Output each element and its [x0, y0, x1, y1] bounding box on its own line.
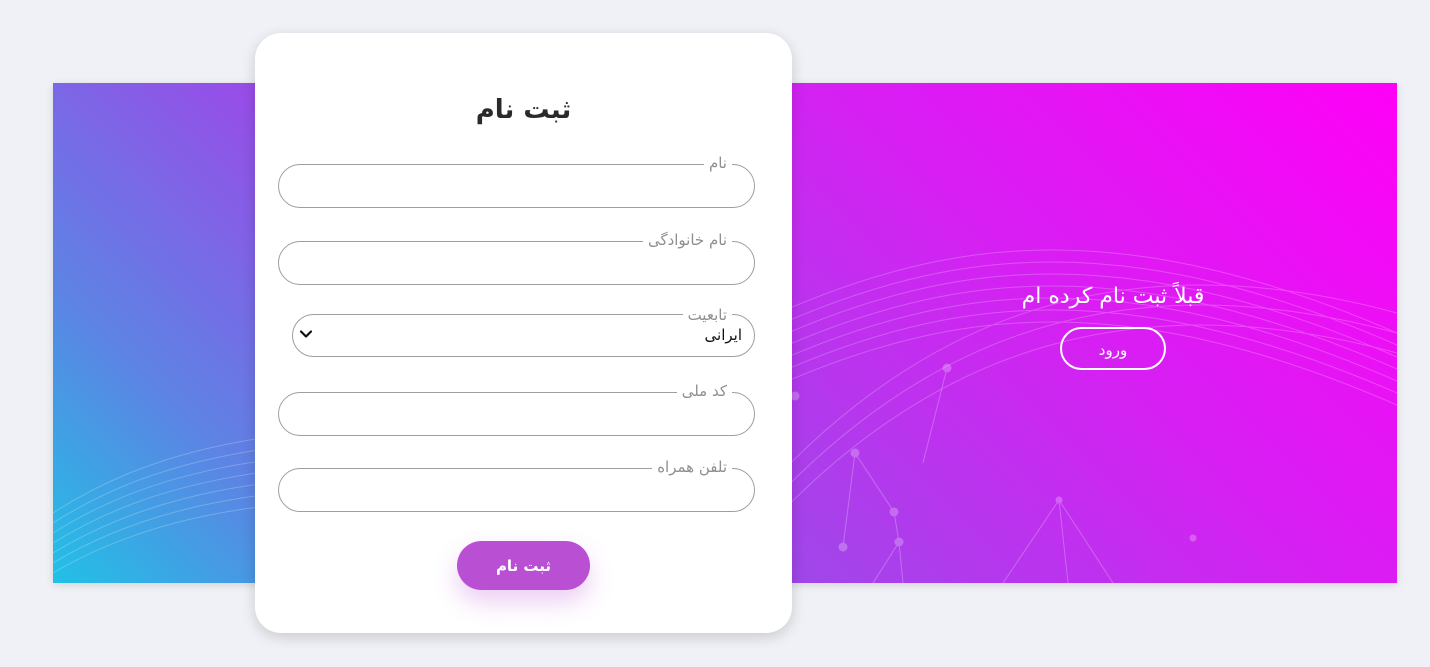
- submit-register-button[interactable]: ثبت نام: [457, 541, 590, 590]
- register-title: ثبت نام: [475, 95, 572, 125]
- national-code-field[interactable]: کد ملی: [278, 381, 755, 436]
- first-name-input[interactable]: [297, 174, 736, 200]
- login-prompt: قبلاً ثبت نام کرده ام: [1021, 284, 1205, 309]
- national-code-label: کد ملی: [676, 381, 732, 401]
- login-panel: قبلاً ثبت نام کرده ام ورود: [953, 280, 1273, 370]
- register-card: ثبت نام نام نام خانوادگی تابعیت ایرانی ک…: [255, 33, 792, 633]
- last-name-field[interactable]: نام خانوادگی: [278, 230, 755, 285]
- last-name-label: نام خانوادگی: [642, 230, 732, 250]
- first-name-label: نام: [703, 153, 732, 173]
- national-code-input[interactable]: [297, 402, 736, 428]
- nationality-selected-value: ایرانی: [704, 326, 742, 344]
- nationality-select[interactable]: تابعیت ایرانی: [292, 306, 755, 357]
- login-button[interactable]: ورود: [1060, 327, 1166, 370]
- last-name-input[interactable]: [297, 251, 736, 277]
- first-name-field[interactable]: نام: [278, 153, 755, 208]
- mobile-label: تلفن همراه: [652, 457, 732, 477]
- mobile-field[interactable]: تلفن همراه: [278, 457, 755, 512]
- nationality-label: تابعیت: [682, 306, 732, 324]
- chevron-down-icon: [299, 330, 313, 338]
- mobile-input[interactable]: [297, 478, 736, 504]
